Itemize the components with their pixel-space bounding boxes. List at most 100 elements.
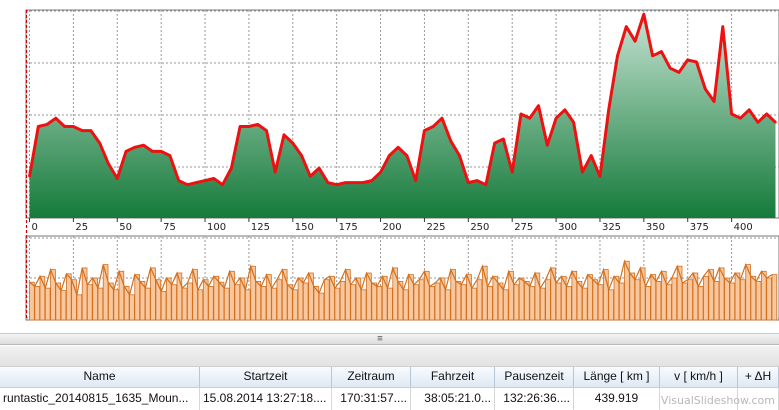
column-header-laenge[interactable]: Länge [ km ] (574, 367, 660, 387)
elevation-point (98, 141, 101, 145)
speed-bar (413, 284, 420, 321)
column-header-elevation-gain[interactable]: + ΔH (738, 367, 779, 387)
speed-bar (587, 274, 593, 321)
elevation-point (353, 181, 356, 184)
cell-fahrzeit[interactable]: 38:05:21.0... (411, 388, 495, 410)
column-header-name[interactable]: Name (0, 367, 200, 387)
speed-bar (766, 277, 772, 321)
elevation-point (642, 12, 646, 16)
speed-bar (650, 274, 657, 321)
column-header-zeitraum[interactable]: Zeitraum (332, 367, 411, 387)
elevation-point (396, 146, 400, 149)
elevation-point (440, 116, 444, 120)
speed-bar (129, 294, 135, 321)
elevation-point (186, 183, 189, 186)
speed-bar (323, 279, 330, 321)
elevation-point (212, 177, 216, 180)
elevation-point (704, 87, 707, 91)
elevation-point (765, 112, 768, 116)
splitter-grip-icon[interactable]: ≡ (370, 334, 390, 344)
speed-bar (255, 280, 262, 321)
speed-bar (87, 284, 93, 321)
speed-bar (187, 282, 193, 321)
speed-bar (518, 277, 525, 321)
speed-bar (645, 285, 651, 321)
elevation-point (537, 104, 540, 107)
cell-startzeit[interactable]: 15.08.2014 13:27:18.... (200, 388, 332, 410)
elevation-point (72, 125, 75, 128)
elevation-point (361, 181, 365, 184)
elevation-point (89, 129, 93, 132)
elevation-point (739, 116, 742, 120)
elevation-point (151, 150, 154, 153)
x-tick-label: 50 (119, 222, 132, 233)
elevation-point (379, 171, 382, 174)
speed-bar (655, 280, 662, 321)
x-tick-label: 75 (163, 222, 176, 233)
speed-bar (487, 285, 493, 321)
x-tick-label: 350 (646, 222, 665, 233)
speed-bar (703, 275, 709, 321)
elevation-point (256, 123, 259, 126)
speed-bar (223, 287, 230, 321)
speed-bar (434, 282, 441, 321)
x-tick-label: 0 (32, 222, 38, 233)
elevation-point (124, 150, 128, 153)
elevation-point (291, 141, 294, 145)
elevation-point (317, 166, 321, 170)
elevation-point (388, 154, 391, 157)
elevation-point (607, 108, 610, 112)
speed-bar (445, 289, 451, 321)
tracks-table[interactable]: Name Startzeit Zeitraum Fahrzeit Pausenz… (0, 346, 779, 410)
elevation-point (581, 171, 584, 174)
elevation-point (598, 175, 602, 178)
speed-bar (671, 277, 678, 321)
panel-splitter[interactable]: ≡ (0, 333, 779, 345)
speed-bar (165, 277, 172, 321)
speed-bar (708, 269, 714, 321)
column-header-pausenzeit[interactable]: Pausenzeit (495, 367, 574, 387)
elevation-point (195, 181, 198, 184)
speed-bar (76, 294, 83, 321)
chart-panel[interactable]: 0 25 50 75 100 125 150 175 200 225 250 275 300 325 350… (0, 0, 779, 330)
speed-bar (292, 289, 298, 321)
cell-laenge[interactable]: 439.919 (574, 388, 660, 410)
chart-svg[interactable]: 0 25 50 75 100 125 150 175 200 225 250 275 300 325 350… (0, 0, 779, 330)
elevation-point (774, 121, 777, 124)
elevation-point (677, 71, 681, 74)
cell-pausenzeit[interactable]: 132:26:36.... (495, 388, 574, 410)
speed-bar (629, 272, 635, 321)
elevation-point (449, 139, 452, 143)
elevation-point (80, 129, 84, 132)
column-header-startzeit[interactable]: Startzeit (200, 367, 332, 387)
elevation-point (756, 121, 760, 124)
speed-bar (160, 290, 167, 321)
speed-bar (244, 289, 251, 321)
column-header-speed[interactable]: v [ km/h ] (660, 367, 738, 387)
elevation-point (142, 144, 145, 147)
elevation-point (344, 181, 347, 184)
speed-bar (582, 287, 588, 321)
speed-bar (492, 275, 499, 321)
speed-bar (387, 287, 393, 321)
elevation-point (168, 154, 172, 157)
cell-name[interactable]: runtastic_20140815_1635_Moun... (0, 388, 200, 410)
speed-bar (92, 277, 98, 321)
speed-bar (460, 284, 467, 321)
speed-bar (597, 284, 604, 321)
x-tick-label: 175 (339, 222, 358, 233)
speed-bar (592, 279, 599, 321)
elevation-point (625, 25, 628, 28)
speed-bar (608, 289, 614, 321)
cell-zeitraum[interactable]: 170:31:57.... (332, 388, 411, 410)
speed-bar (697, 285, 704, 321)
elevation-point (572, 121, 575, 124)
column-header-fahrzeit[interactable]: Fahrzeit (411, 367, 495, 387)
speed-bar (34, 285, 40, 321)
elevation-point (230, 166, 233, 170)
elevation-point (712, 100, 716, 103)
x-tick-label: 125 (251, 222, 270, 233)
speed-bar (402, 289, 409, 321)
elevation-point (326, 181, 330, 184)
speed-bar (771, 274, 778, 321)
